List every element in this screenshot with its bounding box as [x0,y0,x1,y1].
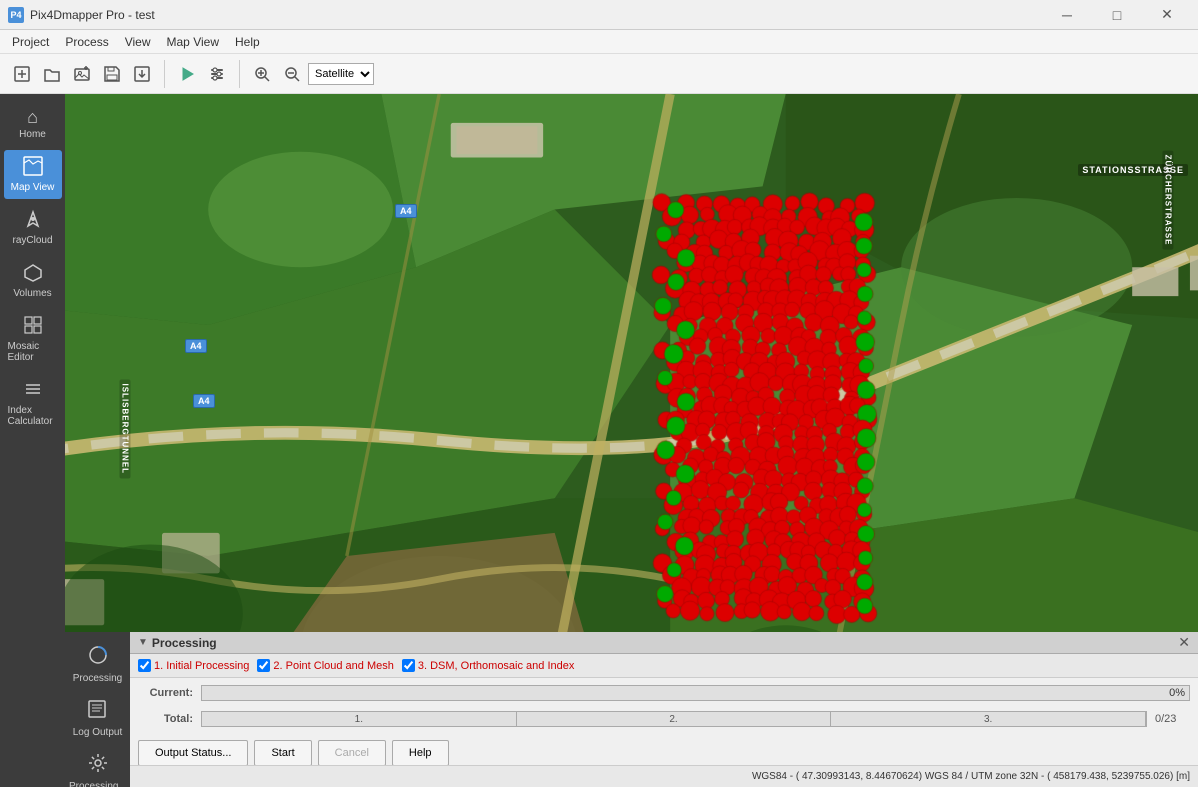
log-icon [86,698,108,725]
processing-body: Current: 0% Total: 1. 2. 3. [130,678,1198,734]
add-images-button[interactable] [68,60,96,88]
step-1-label: 1. Initial Processing [154,660,249,672]
toolbar-view-group: Satellite Road Hybrid Terrain [248,60,382,88]
sidebar-label-raycloud: rayCloud [12,235,52,246]
step-1-checkbox[interactable] [138,659,151,672]
total-progress-bar: 1. 2. 3. [201,711,1147,727]
menu-process[interactable]: Process [57,33,116,51]
zoom-in-button[interactable] [248,60,276,88]
app-icon: P4 [8,7,24,23]
zoom-out-button[interactable] [278,60,306,88]
processing-options-label: Processing Options [69,781,126,787]
total-progress-row: Total: 1. 2. 3. 0/23 [138,708,1190,730]
sidebar-item-mosaic[interactable]: Mosaic Editor [4,309,62,369]
step-2-checkbox[interactable] [257,659,270,672]
total-segment-3: 3. [831,712,1146,726]
processing-panel-title: ▼ Processing [138,636,217,650]
sidebar-item-volumes[interactable]: Volumes [4,256,62,305]
process-options-button[interactable] [203,60,231,88]
menu-mapview[interactable]: Map View [159,33,227,51]
total-segment-1: 1. [202,712,517,726]
current-percent: 0% [1169,687,1185,699]
mapview-icon [23,156,43,179]
sidebar: ⌂ Home Map View rayCloud Volumes Mosai [0,94,65,787]
collapse-icon[interactable]: ▼ [138,637,148,648]
home-icon: ⌂ [27,108,38,126]
step-2-check: 2. Point Cloud and Mesh [257,659,393,672]
current-label: Current: [138,687,193,699]
step-3-checkbox[interactable] [402,659,415,672]
processing-tab-label: Processing [73,673,122,684]
save-project-button[interactable] [98,60,126,88]
menu-help[interactable]: Help [227,33,268,51]
titlebar-left: P4 Pix4Dmapper Pro - test [8,7,155,23]
processing-title-text: Processing [152,636,217,650]
start-process-button[interactable] [173,60,201,88]
processing-tab[interactable]: Processing [69,640,126,688]
new-project-button[interactable] [8,60,36,88]
processing-icon [87,644,109,671]
processing-header: ▼ Processing ✕ [130,632,1198,654]
toolbar-project-group [8,60,165,88]
processing-steps: 1. Initial Processing 2. Point Cloud and… [130,654,1198,678]
cancel-button[interactable]: Cancel [318,740,386,766]
titlebar: P4 Pix4Dmapper Pro - test ─ □ ✕ [0,0,1198,30]
step-3-check: 3. DSM, Orthomosaic and Index [402,659,575,672]
index-icon [23,379,43,402]
step-2-label: 2. Point Cloud and Mesh [273,660,393,672]
maximize-button[interactable]: □ [1094,0,1140,30]
raycloud-icon [23,209,43,232]
toolbar-process-group [173,60,240,88]
sidebar-item-mapview[interactable]: Map View [4,150,62,199]
sidebar-label-mosaic: Mosaic Editor [8,341,58,363]
step-3-label: 3. DSM, Orthomosaic and Index [418,660,575,672]
total-segment-2: 2. [517,712,832,726]
coords-text: WGS84 - ( 47.30993143, 8.44670624) WGS 8… [752,771,1190,782]
open-project-button[interactable] [38,60,66,88]
processing-options-tab[interactable]: Processing Options [65,748,130,787]
current-progress-bar: 0% [201,685,1190,701]
current-progress-row: Current: 0% [138,682,1190,704]
sidebar-label-mapview: Map View [11,182,55,193]
options-icon [87,752,109,779]
bottom-left-sidebar: Processing Log Output Processing Options [65,632,130,787]
output-status-button[interactable]: Output Status... [138,740,248,766]
coords-bar: WGS84 - ( 47.30993143, 8.44670624) WGS 8… [130,765,1198,787]
mosaic-icon [23,315,43,338]
sidebar-label-volumes: Volumes [13,288,51,299]
bottom-area: Processing Log Output Processing Options [65,632,1198,787]
title-text: Pix4Dmapper Pro - test [30,8,155,22]
help-button[interactable]: Help [392,740,449,766]
total-label: Total: [138,713,193,725]
processing-panel: ▼ Processing ✕ 1. Initial Processing 2. … [130,632,1198,787]
log-output-tab[interactable]: Log Output [69,694,126,742]
export-button[interactable] [128,60,156,88]
sidebar-item-raycloud[interactable]: rayCloud [4,203,62,252]
volumes-icon [23,262,43,285]
total-count: 0/23 [1155,713,1190,725]
map-area[interactable]: A4 A4 A4 STATIONSSTRASSE ZÜRCHERSTRASSE … [65,94,1198,787]
log-output-label: Log Output [73,727,122,738]
menu-project[interactable]: Project [4,33,57,51]
sidebar-label-home: Home [19,129,46,140]
menu-view[interactable]: View [117,33,159,51]
menubar: Project Process View Map View Help [0,30,1198,54]
main-content: ⌂ Home Map View rayCloud Volumes Mosai [0,94,1198,787]
step-1-check: 1. Initial Processing [138,659,249,672]
window-controls: ─ □ ✕ [1044,0,1190,30]
sidebar-item-index[interactable]: Index Calculator [4,373,62,433]
start-button[interactable]: Start [254,740,311,766]
close-button[interactable]: ✕ [1144,0,1190,30]
close-panel-button[interactable]: ✕ [1178,634,1190,651]
sidebar-item-home[interactable]: ⌂ Home [4,102,62,146]
toolbar: Satellite Road Hybrid Terrain [0,54,1198,94]
minimize-button[interactable]: ─ [1044,0,1090,30]
map-style-select[interactable]: Satellite Road Hybrid Terrain [308,63,374,85]
sidebar-label-index: Index Calculator [8,405,58,427]
